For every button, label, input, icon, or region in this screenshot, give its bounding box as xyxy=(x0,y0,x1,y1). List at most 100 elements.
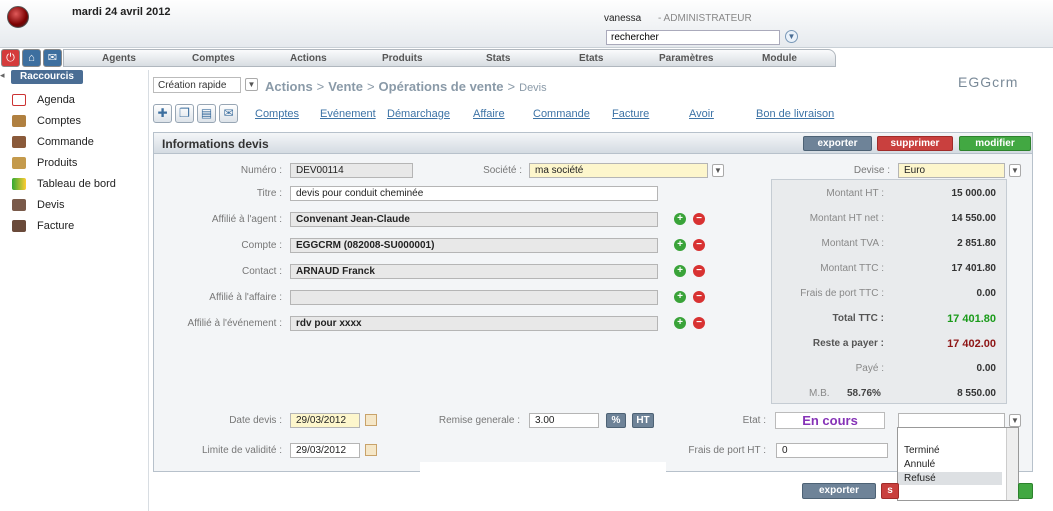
quick-create-select[interactable]: Création rapide xyxy=(153,77,241,93)
etat-select[interactable] xyxy=(898,413,1005,428)
compte-field: EGGCRM (082008-SU000001) xyxy=(290,238,658,253)
totals-box: Montant HT :15 000.00 Montant HT net :14… xyxy=(771,179,1007,404)
date-calendar-icon[interactable] xyxy=(365,414,377,426)
remise-ht-button[interactable]: HT xyxy=(632,413,654,428)
evenement-add-icon[interactable]: + xyxy=(674,317,686,329)
home-icon[interactable]: ⌂ xyxy=(22,49,41,67)
contact-add-icon[interactable]: + xyxy=(674,265,686,277)
remise-input[interactable]: 3.00 xyxy=(529,413,599,428)
affaire-field xyxy=(290,290,658,305)
menu-comptes[interactable]: Comptes xyxy=(192,53,235,64)
devise-chevron-down-icon[interactable]: ▼ xyxy=(1009,164,1021,177)
document-icon[interactable]: ▤ xyxy=(197,104,216,123)
sidebar-item-produits[interactable]: Produits xyxy=(12,155,77,171)
contact-remove-icon[interactable]: − xyxy=(693,265,705,277)
subnav-affaire[interactable]: Affaire xyxy=(473,108,505,120)
total-row-tva: Montant TVA :2 851.80 xyxy=(821,238,996,249)
remise-percent-button[interactable]: % xyxy=(606,413,626,428)
subnav-commande[interactable]: Commande xyxy=(533,108,590,120)
add-icon[interactable]: ✚ xyxy=(153,104,172,123)
affaire-add-icon[interactable]: + xyxy=(674,291,686,303)
sidebar-item-facture[interactable]: Facture xyxy=(12,218,74,234)
subnav-evenement[interactable]: Evénement xyxy=(320,108,376,120)
main-menu: Agents Comptes Actions Produits Stats Et… xyxy=(63,49,836,67)
total-row-ttc: Montant TTC :17 401.80 xyxy=(820,263,996,274)
sidebar-item-devis[interactable]: Devis xyxy=(12,197,65,213)
compte-remove-icon[interactable]: − xyxy=(693,239,705,251)
breadcrumb-operations[interactable]: Opérations de vente xyxy=(379,79,504,94)
devise-field[interactable]: Euro xyxy=(898,163,1005,178)
compte-label: Compte : xyxy=(241,240,282,251)
sidebar-item-agenda[interactable]: Agenda xyxy=(12,92,75,108)
societe-chevron-down-icon[interactable]: ▼ xyxy=(712,164,724,177)
subnav-avoir[interactable]: Avoir xyxy=(689,108,714,120)
menu-module[interactable]: Module xyxy=(762,53,797,64)
societe-field[interactable]: ma société xyxy=(529,163,708,178)
footer-delete-button[interactable]: s xyxy=(881,483,899,499)
footer-modify-button[interactable] xyxy=(1018,483,1033,499)
sidebar-separator xyxy=(148,70,149,511)
societe-label: Société : xyxy=(483,165,522,176)
menu-stats[interactable]: Stats xyxy=(486,53,510,64)
accounts-icon xyxy=(12,115,26,127)
modify-button[interactable]: modifier xyxy=(959,136,1031,151)
titre-input[interactable]: devis pour conduit cheminée xyxy=(290,186,658,201)
sidebar-item-commande[interactable]: Commande xyxy=(12,134,94,150)
menu-parametres[interactable]: Paramètres xyxy=(659,53,713,64)
shortcuts-title: Raccourcis xyxy=(11,70,83,84)
subnav-demarchage[interactable]: Démarchage xyxy=(387,108,450,120)
export-button[interactable]: exporter xyxy=(803,136,872,151)
user-name[interactable]: vanessa xyxy=(604,13,641,24)
breadcrumb-actions[interactable]: Actions xyxy=(265,79,313,94)
dropdown-scrollbar[interactable] xyxy=(1006,428,1018,500)
brand-logo: EGGcrm xyxy=(958,74,1019,90)
dashboard-chart-icon xyxy=(12,178,26,190)
date-devis-input[interactable]: 29/03/2012 xyxy=(290,413,360,428)
mail-icon[interactable]: ✉ xyxy=(43,49,62,67)
search-input[interactable] xyxy=(606,30,780,45)
limite-input[interactable]: 29/03/2012 xyxy=(290,443,360,458)
affaire-remove-icon[interactable]: − xyxy=(693,291,705,303)
agent-add-icon[interactable]: + xyxy=(674,213,686,225)
subnav-comptes[interactable]: Comptes xyxy=(255,108,299,120)
numero-field: DEV00114 xyxy=(290,163,413,178)
panel-title: Informations devis xyxy=(162,137,269,151)
total-row-htnet: Montant HT net :14 550.00 xyxy=(809,213,996,224)
breadcrumb: Actions > Vente > Opérations de vente > Devis xyxy=(265,79,547,94)
breadcrumb-vente[interactable]: Vente xyxy=(328,79,363,94)
total-row-total-ttc: Total TTC :17 401.80 xyxy=(832,313,996,325)
agent-remove-icon[interactable]: − xyxy=(693,213,705,225)
power-icon[interactable]: ⏻ xyxy=(1,49,20,67)
delete-button[interactable]: supprimer xyxy=(877,136,953,151)
compte-add-icon[interactable]: + xyxy=(674,239,686,251)
menu-agents[interactable]: Agents xyxy=(102,53,136,64)
search-go-icon[interactable]: ▼ xyxy=(785,30,798,43)
mail-send-icon[interactable]: ✉ xyxy=(219,104,238,123)
total-row-ht: Montant HT :15 000.00 xyxy=(826,188,996,199)
copy-icon[interactable]: ❐ xyxy=(175,104,194,123)
frais-ht-input[interactable]: 0 xyxy=(776,443,888,458)
etat-chevron-down-icon[interactable]: ▼ xyxy=(1009,414,1021,427)
sidebar-item-tableau-de-bord[interactable]: Tableau de bord xyxy=(12,176,116,192)
breadcrumb-devis: Devis xyxy=(519,82,547,94)
chevron-down-icon[interactable]: ▼ xyxy=(245,78,258,91)
etat-option-termine[interactable]: Terminé xyxy=(898,444,1002,457)
subnav-bon-de-livraison[interactable]: Bon de livraison xyxy=(756,108,834,120)
menu-produits[interactable]: Produits xyxy=(382,53,423,64)
quote-icon xyxy=(12,199,26,211)
menu-etats[interactable]: Etats xyxy=(579,53,603,64)
sidebar-item-comptes[interactable]: Comptes xyxy=(12,113,81,129)
footer-export-button[interactable]: exporter xyxy=(802,483,876,499)
etat-option-annule[interactable]: Annulé xyxy=(898,458,1002,471)
limite-calendar-icon[interactable] xyxy=(365,444,377,456)
sidebar-collapse-icon[interactable]: ◂ xyxy=(0,70,8,84)
evenement-field: rdv pour xxxx xyxy=(290,316,658,331)
remise-label: Remise generale : xyxy=(438,415,520,426)
invoice-icon xyxy=(12,220,26,232)
contact-label: Contact : xyxy=(241,266,282,277)
evenement-remove-icon[interactable]: − xyxy=(693,317,705,329)
top-bar: mardi 24 avril 2012 vanessa - ADMINISTRA… xyxy=(0,0,1053,48)
menu-actions[interactable]: Actions xyxy=(290,53,327,64)
subnav-facture[interactable]: Facture xyxy=(612,108,649,120)
etat-option-refuse[interactable]: Refusé xyxy=(898,472,1002,485)
